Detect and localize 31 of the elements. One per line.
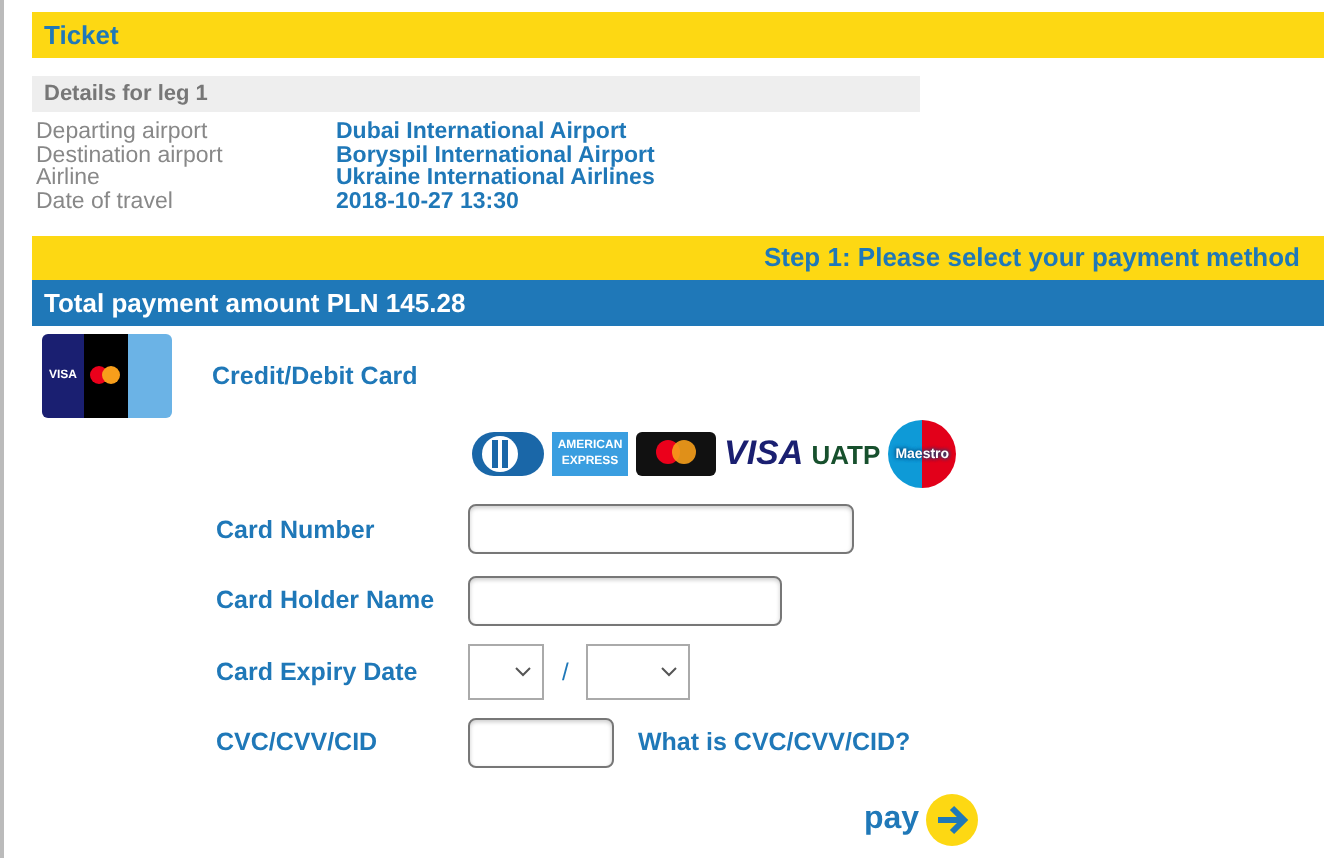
- date-separator: /: [562, 657, 569, 686]
- ticket-header: Ticket: [32, 12, 1324, 58]
- detail-value: Dubai International Airport: [336, 122, 627, 145]
- detail-label: Departing airport: [36, 122, 210, 145]
- payment-method-label[interactable]: Credit/Debit Card: [212, 362, 418, 390]
- year-select[interactable]: [586, 643, 691, 700]
- cvc-field[interactable]: [468, 717, 614, 768]
- text-field[interactable]: [468, 575, 782, 626]
- total-amount: Total payment amount PLN 145.28: [32, 280, 1324, 326]
- detail-label: Date of travel: [36, 191, 175, 214]
- detail-label: Airline: [36, 168, 102, 191]
- visa-logo: VISA: [724, 434, 804, 474]
- detail-label: Destination airport: [36, 145, 225, 167]
- pay-button[interactable]: pay: [864, 794, 978, 846]
- field-label: CVC/CVV/CID: [216, 728, 380, 757]
- field-label: Card Expiry Date: [216, 657, 420, 686]
- uatp-logo: UATP: [811, 439, 881, 469]
- cvc-help-link[interactable]: What is CVC/CVV/CID?: [638, 728, 911, 757]
- field-label: Card Number: [216, 515, 377, 544]
- detail-value: Boryspil International Airport: [336, 145, 655, 167]
- detail-value: Ukraine International Airlines: [336, 168, 655, 191]
- detail-value: 2018-10-27 13:30: [336, 191, 519, 214]
- chevron-down-icon: [660, 665, 679, 678]
- mastercard-logo-icon: [636, 432, 716, 476]
- diners-logo-icon: [472, 432, 544, 476]
- leg-header: Details for leg 1: [32, 76, 920, 112]
- field-label: Card Holder Name: [216, 586, 437, 615]
- month-select[interactable]: [468, 643, 544, 700]
- step-header: Step 1: Please select your payment method: [32, 236, 1324, 280]
- text-field[interactable]: [468, 504, 854, 555]
- chevron-down-icon: [514, 665, 532, 678]
